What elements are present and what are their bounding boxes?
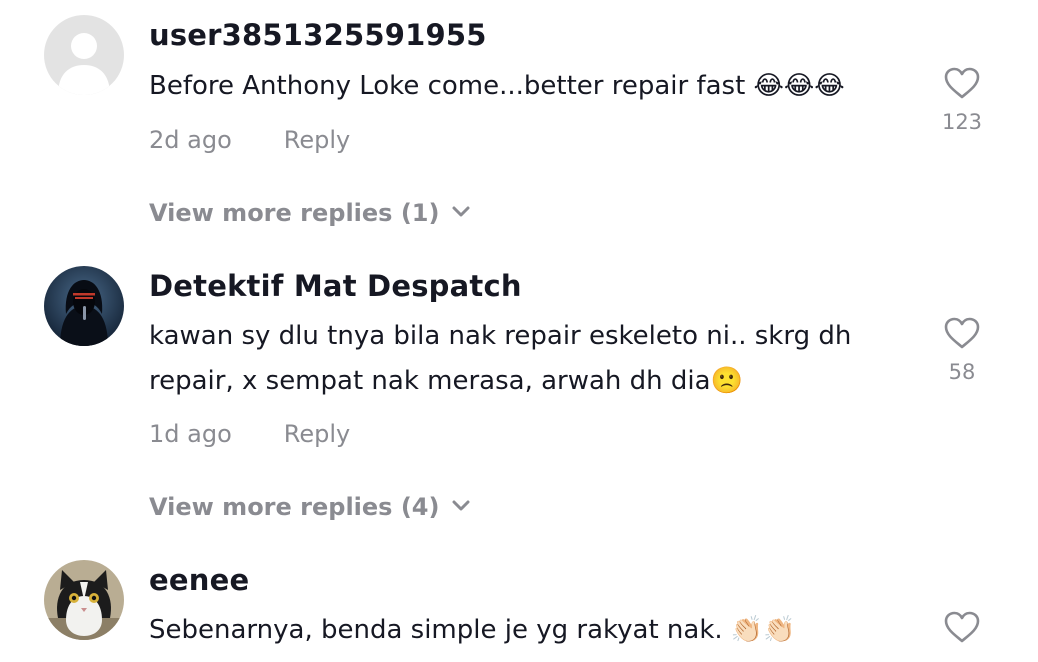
comment-text: kawan sy dlu tnya bila nak repair eskele… — [149, 314, 909, 404]
like-count: 58 — [948, 360, 976, 384]
chevron-down-icon — [452, 500, 470, 511]
like-control: 123 — [938, 66, 986, 134]
comment-text: Sebenarnya, benda simple je yg rakyat na… — [149, 608, 909, 653]
comment-meta: 2d ago Reply — [149, 126, 350, 154]
comment-text-line: Sebenarnya, benda simple je yg rakyat na… — [149, 615, 796, 645]
comment-text-line: repair, x sempat nak merasa, arwah dh di… — [149, 366, 743, 396]
avatar[interactable] — [44, 15, 124, 95]
avatar[interactable] — [44, 266, 124, 346]
chevron-down-icon — [452, 206, 470, 217]
reply-button[interactable]: Reply — [284, 126, 350, 154]
comment-time: 2d ago — [149, 126, 232, 154]
default-avatar-icon — [44, 15, 124, 95]
heart-icon[interactable] — [943, 610, 981, 644]
like-control: 58 — [938, 316, 986, 384]
comment-meta: 1d ago Reply — [149, 420, 350, 448]
reply-button[interactable]: Reply — [284, 420, 350, 448]
comment-username[interactable]: Detektif Mat Despatch — [149, 269, 522, 303]
view-more-replies-button[interactable]: View more replies (4) — [149, 493, 471, 521]
view-more-replies-button[interactable]: View more replies (1) — [149, 199, 471, 227]
like-control — [938, 610, 986, 644]
view-more-replies-label: View more replies (1) — [149, 199, 440, 227]
avatar[interactable] — [44, 560, 124, 640]
view-more-replies-label: View more replies (4) — [149, 493, 440, 521]
heart-icon[interactable] — [943, 66, 981, 100]
hooded-figure-avatar-icon — [44, 266, 124, 346]
comment-time: 1d ago — [149, 420, 232, 448]
heart-icon[interactable] — [943, 316, 981, 350]
comment-text: Before Anthony Loke come...better repair… — [149, 64, 909, 109]
comments-panel: { "comments": [ { "username": "user38513… — [0, 0, 1038, 662]
comment-username[interactable]: eenee — [149, 563, 249, 597]
comment-text-line: Before Anthony Loke come...better repair… — [149, 71, 845, 101]
comment-username[interactable]: user3851325591955 — [149, 18, 487, 52]
comment-text-line: kawan sy dlu tnya bila nak repair eskele… — [149, 321, 852, 351]
cat-avatar-icon — [44, 560, 124, 640]
like-count: 123 — [941, 110, 983, 134]
